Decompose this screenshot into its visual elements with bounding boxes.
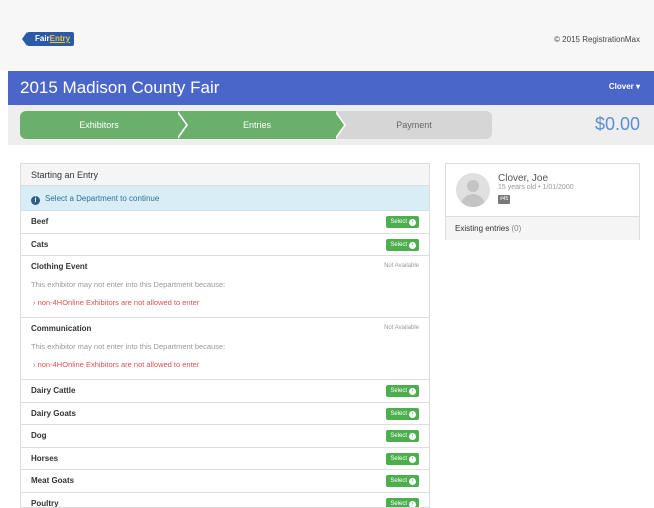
exhibitor-card: Clover, Joe 15 years old • 1/01/2000 #45… (445, 163, 640, 240)
department-row: Dairy Goats Select › (21, 403, 429, 425)
department-row: Cats Select › (21, 234, 429, 256)
copyright-text: © 2015 RegistrationMax (554, 35, 640, 44)
exhibitor-badge: #45 (498, 195, 511, 204)
select-department-button[interactable]: Select › (386, 238, 419, 251)
department-row: Horses Select › (21, 448, 429, 470)
step-separator-arrow (334, 111, 344, 139)
select-department-button[interactable]: Select › (386, 452, 419, 465)
select-button-label: Select (390, 433, 407, 439)
arrow-right-icon: › (409, 388, 416, 395)
select-button-label: Select (390, 478, 407, 484)
step-separator-arrow (176, 111, 186, 139)
select-button-label: Select (390, 388, 407, 394)
department-name: Dairy Goats (31, 408, 76, 418)
select-department-button[interactable]: Select › (386, 216, 419, 228)
select-button-label: Select (390, 219, 407, 225)
department-name: Poultry (31, 498, 59, 508)
select-button-label: Select (390, 410, 407, 417)
department-name: Dog (31, 431, 47, 440)
blocked-reason: This exhibitor may not enter into this D… (31, 342, 226, 351)
department-row: Beef Select › (21, 211, 429, 234)
department-name: Cats (31, 239, 49, 249)
top-bar: FairEntry © 2015 RegistrationMax (0, 0, 654, 70)
arrow-right-icon: › (409, 241, 416, 249)
department-name: Horses (31, 453, 59, 463)
fair-header: 2015 Madison County Fair Clover ▾ (8, 71, 654, 105)
steps-bar: Exhibitors Entries Payment $0.00 (8, 105, 654, 145)
step-exhibitors[interactable]: Exhibitors (20, 111, 178, 139)
department-notice: i Select a Department to continue (21, 186, 429, 211)
select-department-button[interactable]: Select › (386, 407, 419, 420)
arrow-right-icon: › (409, 478, 416, 485)
department-row: Poultry Select › (21, 493, 429, 508)
notice-text: Select a Department to continue (45, 194, 160, 203)
arrow-right-icon: › (409, 410, 416, 418)
step-entries[interactable]: Entries (178, 111, 336, 139)
select-department-button[interactable]: Select › (386, 385, 419, 397)
department-row: Clothing Event Not Available This exhibito… (21, 256, 429, 318)
department-name: Communication (31, 324, 92, 333)
eligibility-rule: › non-4HOnline Exhibitors are not allowe… (33, 298, 199, 307)
department-name: Dairy Cattle (31, 386, 76, 395)
department-row: Dog Select › (21, 425, 429, 448)
info-icon: i (31, 196, 40, 205)
exhibitor-name: Clover, Joe (498, 173, 549, 184)
select-department-button[interactable]: Select › (386, 497, 419, 507)
eligibility-rule: › non-4HOnline Exhibitors are not allowe… (33, 360, 199, 369)
entry-panel-title: Starting an Entry (21, 164, 429, 186)
department-name: Beef (31, 217, 49, 226)
cart-total: $0.00 (594, 114, 640, 134)
arrow-right-icon: › (409, 500, 416, 507)
progress-steps: Exhibitors Entries Payment (20, 111, 492, 139)
page-title: 2015 Madison County Fair (20, 78, 220, 97)
step-payment[interactable]: Payment (336, 111, 492, 139)
eligibility-rule-text: non-4HOnline Exhibitors are not allowed … (37, 298, 200, 307)
blocked-reason: This exhibitor may not enter into this D… (31, 280, 226, 289)
exhibitor-details: 15 years old • 1/01/2000 (498, 184, 574, 191)
select-button-label: Select (390, 455, 407, 462)
select-button-label: Select (390, 241, 407, 248)
not-available-label: Not Available (384, 263, 419, 269)
department-row: Meat Goats Select › (21, 470, 429, 493)
logo-text-fair: Fair (35, 34, 50, 43)
department-row: Communication Not Available This exhibitor… (21, 318, 429, 380)
user-menu[interactable]: Clover ▾ (609, 82, 640, 91)
select-department-button[interactable]: Select › (386, 475, 419, 487)
department-list: Beef Select › Cats Select › Clothing Event Not … (21, 211, 429, 508)
department-name: Meat Goats (31, 476, 75, 485)
department-row: Dairy Cattle Select › (21, 380, 429, 403)
existing-entries[interactable]: Existing entries (0) (446, 216, 639, 240)
department-name: Clothing Event (31, 262, 88, 271)
avatar (456, 173, 490, 207)
existing-entries-label: Existing entries (455, 224, 510, 233)
arrow-right-icon: › (409, 219, 416, 226)
logo-text-entry: Entry (49, 34, 71, 43)
fairentry-logo[interactable]: FairEntry (21, 32, 75, 46)
select-department-button[interactable]: Select › (386, 430, 419, 442)
select-button-label: Select (390, 500, 407, 507)
eligibility-rule-text: non-4HOnline Exhibitors are not allowed … (37, 360, 200, 369)
not-available-label: Not Available (384, 325, 419, 331)
entry-panel: Starting an Entry i Select a Department t… (20, 163, 430, 508)
existing-entries-count: (0) (511, 224, 522, 233)
arrow-right-icon: › (409, 455, 416, 463)
arrow-right-icon: › (409, 433, 416, 440)
